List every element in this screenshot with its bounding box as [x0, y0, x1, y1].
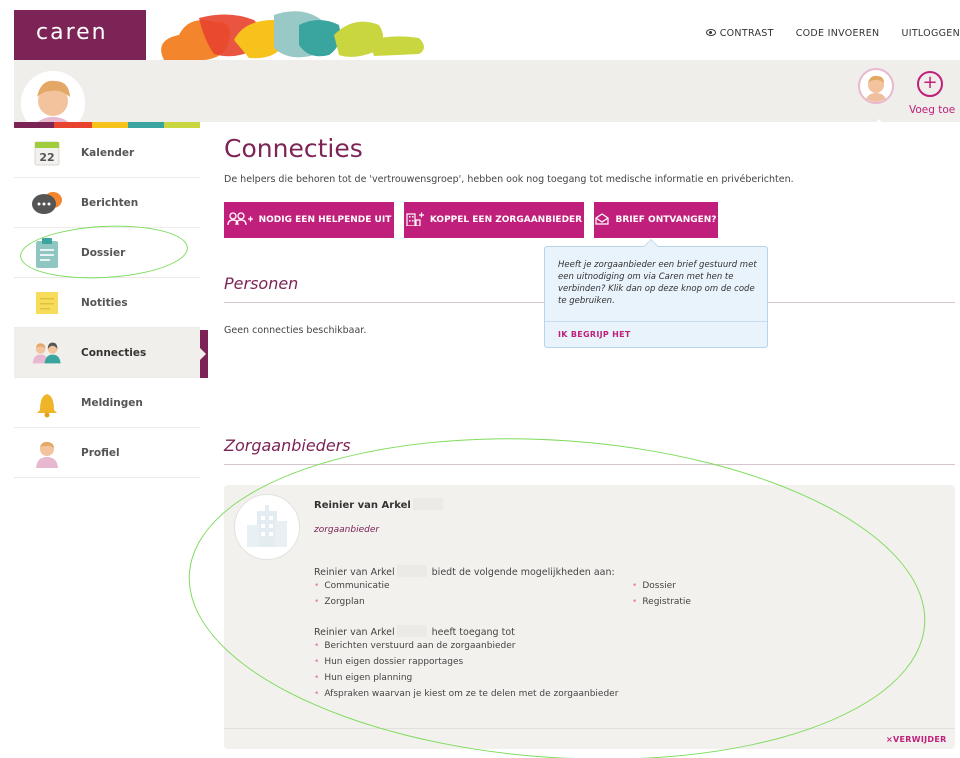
sidebar-item-label: Connecties: [81, 346, 147, 359]
plus-icon: +: [922, 72, 938, 93]
people-icon: [31, 337, 63, 369]
tooltip-understand-button[interactable]: IK BEGRIJP HET: [558, 330, 631, 339]
sidebar-item-notities[interactable]: Notities: [14, 278, 200, 328]
letter-received-button[interactable]: BRIEF ONTVANGEN?: [594, 202, 718, 238]
top-bar: caren CONTRAST CODE INVOEREN UITLOGGEN: [14, 10, 960, 60]
sidebar-item-label: Berichten: [81, 196, 139, 209]
link-provider-button[interactable]: KOPPEL EEN ZORGAANBIEDER: [404, 202, 584, 238]
small-avatar-image: [865, 75, 887, 102]
providers-divider: [224, 464, 955, 465]
offer-item: Communicatie: [314, 581, 389, 591]
chat-icon: [31, 187, 63, 219]
sidebar-item-dossier[interactable]: Dossier: [14, 228, 200, 278]
eye-icon: [705, 29, 716, 36]
building-add-icon: [406, 212, 424, 229]
invite-helper-label: NODIG EEN HELPENDE UIT: [258, 215, 392, 225]
page-description: De helpers die behoren tot de 'vertrouwe…: [224, 174, 794, 185]
access-item: Hun eigen planning: [314, 673, 412, 683]
providers-title: Zorgaanbieders: [224, 436, 351, 455]
persons-empty-text: Geen connecties beschikbaar.: [224, 325, 367, 336]
card-footer-divider: [224, 728, 955, 729]
offer-item: Dossier: [632, 581, 676, 591]
profile-icon: [31, 437, 63, 469]
add-button[interactable]: +: [917, 71, 943, 97]
provider-avatar: [234, 494, 300, 560]
sidebar-item-label: Dossier: [81, 246, 126, 259]
sidebar-item-label: Meldingen: [81, 396, 143, 409]
calendar-day: 22: [39, 151, 54, 164]
link-provider-label: KOPPEL EEN ZORGAANBIEDER: [429, 215, 583, 225]
decorative-blobs: [134, 10, 424, 60]
clipboard-icon: [31, 237, 63, 269]
sidebar-item-berichten[interactable]: Berichten: [14, 178, 200, 228]
remove-provider-button[interactable]: ×VERWIJDER: [886, 735, 947, 744]
envelope-icon: [595, 212, 610, 228]
access-heading: Reinier van Arkel heeft toegang tot: [314, 625, 515, 638]
provider-role: zorgaanbieder: [314, 525, 380, 535]
offers-heading: Reinier van Arkel biedt de volgende moge…: [314, 565, 615, 578]
sidebar-item-meldingen[interactable]: Meldingen: [14, 378, 200, 428]
header-band: [14, 60, 960, 122]
tooltip-text: Heeft je zorgaanbieder een brief gestuur…: [558, 260, 757, 306]
calendar-icon: 22: [31, 137, 63, 169]
invite-helper-button[interactable]: NODIG EEN HELPENDE UIT: [224, 202, 394, 238]
app-root: caren CONTRAST CODE INVOEREN UITLOGGEN +…: [0, 0, 960, 758]
top-links: CONTRAST CODE INVOEREN UITLOGGEN: [705, 28, 960, 39]
access-item: Hun eigen dossier rapportages: [314, 657, 463, 667]
sidebar-item-label: Profiel: [81, 446, 120, 459]
page-title: Connecties: [224, 134, 363, 163]
small-user-avatar[interactable]: [858, 68, 894, 104]
offer-item: Registratie: [632, 597, 691, 607]
contrast-label: CONTRAST: [719, 28, 774, 39]
remove-label: VERWIJDER: [893, 735, 947, 744]
tooltip-divider: [545, 321, 767, 322]
sidebar-item-profiel[interactable]: Profiel: [14, 428, 200, 478]
access-item: Berichten verstuurd aan de zorgaanbieder: [314, 641, 515, 651]
persons-title: Personen: [224, 274, 299, 293]
letter-received-label: BRIEF ONTVANGEN?: [615, 215, 717, 225]
building-icon: [247, 505, 287, 547]
sidebar-item-label: Kalender: [81, 146, 135, 159]
bell-icon: [31, 387, 63, 419]
active-item-marker: [199, 330, 208, 378]
logo-text: caren: [36, 20, 108, 45]
access-item: Afspraken waarvan je kiest om ze te dele…: [314, 689, 618, 699]
sidebar-item-connecties[interactable]: Connecties: [14, 328, 200, 378]
logout-link[interactable]: UITLOGGEN: [901, 28, 960, 39]
sidebar-item-label: Notities: [81, 296, 128, 309]
contrast-link[interactable]: CONTRAST: [705, 28, 774, 39]
logo[interactable]: caren: [14, 10, 144, 60]
notes-icon: [31, 287, 63, 319]
add-people-icon: [226, 211, 253, 229]
add-label[interactable]: Voeg toe: [909, 104, 955, 116]
sidebar-item-kalender[interactable]: 22 Kalender: [14, 128, 200, 178]
code-invoeren-link[interactable]: CODE INVOEREN: [796, 28, 880, 39]
offer-item: Zorgplan: [314, 597, 364, 607]
letter-tooltip: Heeft je zorgaanbieder een brief gestuur…: [544, 239, 768, 348]
provider-name: Reinier van Arkel: [314, 498, 445, 511]
close-icon: ×: [886, 735, 894, 744]
